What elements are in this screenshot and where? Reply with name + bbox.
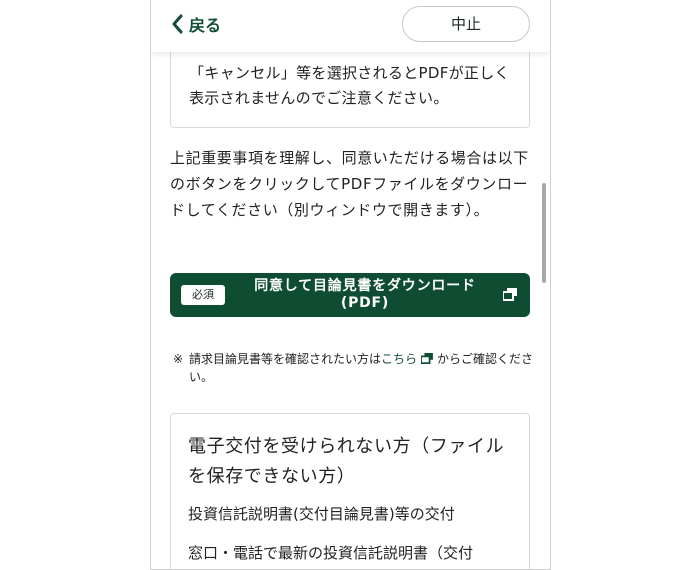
download-pdf-button[interactable]: 必須 同意して目論見書をダウンロード (PDF) [170, 273, 530, 317]
top-bar: 戻る 中止 [151, 0, 550, 52]
instruction-text: 上記重要事項を理解し、同意いただける場合は以下のボタンをクリックしてPDFファイ… [170, 149, 529, 219]
back-button[interactable]: 戻る [171, 12, 221, 36]
no-electronic-delivery-card: 電子交付を受けられない方（ファイルを保存できない方） 投資信託説明書(交付目論見… [170, 413, 530, 569]
new-window-icon [421, 353, 433, 364]
footnote-body: 請求目論見書等を確認されたい方はこちら からご確認ください。 [189, 350, 538, 386]
scrollbar[interactable] [542, 183, 546, 283]
chevron-left-icon [172, 14, 183, 34]
new-window-icon [503, 288, 517, 301]
footnote-mark: ※ [173, 352, 184, 366]
back-label: 戻る [189, 16, 222, 35]
card-description: 窓口・電話で最新の投資信託説明書（交付 [188, 544, 474, 562]
footnote: ※ 請求目論見書等を確認されたい方はこちら からご確認ください。 [173, 350, 538, 386]
mobile-viewport: 戻る 中止 「キャンセル」等を選択されるとPDFが正しく表示されませんのでご注意… [150, 0, 551, 570]
footnote-before-link: 請求目論見書等を確認されたい方は [189, 352, 382, 366]
card-title: 電子交付を受けられない方（ファイルを保存できない方） [188, 436, 505, 487]
required-badge: 必須 [181, 285, 225, 305]
download-button-label: 同意して目論見書をダウンロード (PDF) [240, 278, 490, 312]
notice-text: 「キャンセル」等を選択されるとPDFが正しく表示されませんのでご注意ください。 [189, 64, 510, 107]
cancel-button[interactable]: 中止 [402, 6, 530, 42]
download-button-line2: (PDF) [340, 295, 390, 311]
here-link[interactable]: こちら [381, 352, 417, 366]
card-subtitle: 投資信託説明書(交付目論見書)等の交付 [188, 505, 455, 523]
download-button-line1: 同意して目論見書をダウンロード [254, 278, 476, 294]
